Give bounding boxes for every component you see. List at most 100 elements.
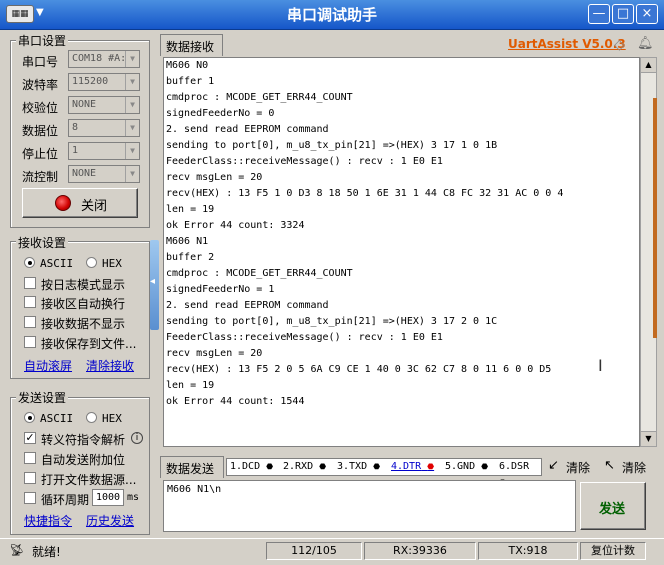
chevron-down-icon: ▼ bbox=[125, 143, 139, 159]
databits-label: 数据位 bbox=[22, 124, 59, 138]
tab-send[interactable]: 数据发送 bbox=[160, 456, 224, 478]
tx-count: TX:918 bbox=[478, 542, 578, 560]
baud-label: 波特率 bbox=[22, 78, 59, 92]
serial-settings-title: 串口设置 bbox=[16, 32, 69, 49]
chevron-down-icon: ▼ bbox=[125, 74, 139, 90]
auto-wrap-label: 接收区自动换行 bbox=[41, 297, 126, 311]
send-ascii-radio[interactable] bbox=[24, 412, 35, 423]
log-mode-checkbox[interactable] bbox=[24, 277, 36, 289]
recv-line: 2. send read EEPROM command bbox=[166, 124, 329, 135]
parity-select[interactable]: NONE ▼ bbox=[68, 96, 140, 114]
cycle-unit: ms bbox=[127, 492, 140, 503]
recv-scrollbar[interactable]: ▲ ▼ bbox=[640, 57, 657, 447]
status-bar: 📡︎ 就绪! 112/105 RX:39336 TX:918 复位计数 bbox=[0, 538, 664, 565]
recv-line: FeederClass::receiveMessage() : recv : 1… bbox=[166, 156, 443, 167]
auto-append-checkbox[interactable] bbox=[24, 452, 36, 464]
send-ascii-label: ASCII bbox=[40, 412, 74, 425]
panel-collapse-handle[interactable]: ◂ bbox=[150, 240, 159, 330]
send-settings-title: 发送设置 bbox=[16, 389, 69, 406]
port-select[interactable]: COM18 #A: ▼ bbox=[68, 50, 140, 68]
databits-select[interactable]: 8 ▼ bbox=[68, 119, 140, 137]
open-file-checkbox[interactable] bbox=[24, 472, 36, 484]
send-textarea[interactable]: M606 N1\n bbox=[163, 480, 576, 532]
flow-select[interactable]: NONE ▼ bbox=[68, 165, 140, 183]
no-display-checkbox[interactable] bbox=[24, 316, 36, 328]
recv-line: M606 N1 bbox=[166, 236, 209, 247]
recv-textarea[interactable]: M606 N0 buffer 1 cmdproc : MCODE_GET_ERR44… bbox=[163, 57, 640, 447]
close-port-button[interactable]: 关闭 bbox=[22, 188, 138, 218]
stopbits-label: 停止位 bbox=[22, 147, 59, 161]
minimize-button[interactable]: — bbox=[588, 4, 610, 24]
chevron-down-icon: ▼ bbox=[125, 120, 139, 136]
stopbits-select[interactable]: 1 ▼ bbox=[68, 142, 140, 160]
pin-status-bar: 1.DCD ⬣ 2.RXD ⬣ 3.TXD ⬣ 4.DTR ⬣ 5.GND ⬣ … bbox=[226, 458, 542, 487]
chevron-down-icon: ▼ bbox=[125, 97, 139, 113]
recv-settings-title: 接收设置 bbox=[16, 234, 69, 251]
bell-icon[interactable]: 🔔︎ bbox=[637, 36, 654, 51]
send-hex-radio[interactable] bbox=[86, 412, 97, 423]
reset-count-button[interactable]: 复位计数 bbox=[580, 542, 646, 560]
history-link[interactable]: 历史发送 bbox=[86, 512, 134, 529]
baud-select[interactable]: 115200 ▼ bbox=[68, 73, 140, 91]
scroll-up-icon[interactable]: ▲ bbox=[640, 57, 657, 73]
log-mode-label: 按日志模式显示 bbox=[41, 278, 126, 292]
recv-line: recv(HEX) : 13 F5 1 0 D3 8 18 50 1 6E 31… bbox=[166, 188, 564, 199]
cycle-checkbox[interactable] bbox=[24, 492, 36, 504]
recv-line: len = 19 bbox=[166, 380, 215, 391]
recv-line: sending to port[0], m_u8_tx_pin[21] =>(H… bbox=[166, 140, 498, 151]
clear-recv-link[interactable]: 清除接收 bbox=[86, 357, 134, 374]
stopbits-value: 1 bbox=[72, 145, 79, 156]
status-icon: 📡︎ bbox=[9, 543, 25, 557]
recv-line: FeederClass::receiveMessage() : recv : 1… bbox=[166, 332, 443, 343]
close-port-label: 关闭 bbox=[81, 199, 108, 214]
open-file-label: 打开文件数据源... bbox=[41, 473, 137, 487]
clear-down-arrow-icon[interactable]: ↙ bbox=[548, 458, 559, 473]
save-to-file-checkbox[interactable] bbox=[24, 336, 36, 348]
escape-parse-checkbox[interactable]: ✓ bbox=[24, 432, 36, 444]
clear-recv-button[interactable]: 清除 bbox=[566, 459, 590, 476]
save-to-file-label: 接收保存到文件... bbox=[41, 337, 137, 351]
auto-scroll-link[interactable]: 自动滚屏 bbox=[24, 357, 72, 374]
chevron-down-icon: ▼ bbox=[125, 51, 139, 67]
port-value: COM18 #A: bbox=[72, 53, 127, 64]
scroll-thumb[interactable] bbox=[653, 98, 657, 338]
tab-send-label: 数据发送 bbox=[166, 462, 215, 476]
cycle-label: 循环周期 bbox=[41, 493, 90, 507]
recv-hex-label: HEX bbox=[102, 257, 122, 270]
pin-txd: 3.TXD ⬣ bbox=[337, 461, 381, 472]
flow-label: 流控制 bbox=[22, 170, 59, 184]
recv-line: cmdproc : MCODE_GET_ERR44_COUNT bbox=[166, 92, 353, 103]
send-button[interactable]: 发送 bbox=[580, 482, 646, 530]
escape-parse-label: 转义符指令解析 bbox=[41, 433, 126, 447]
clear-send-button[interactable]: 清除 bbox=[622, 459, 646, 476]
baud-value: 115200 bbox=[72, 76, 109, 87]
recv-hex-radio[interactable] bbox=[86, 257, 97, 268]
close-window-button[interactable]: × bbox=[636, 4, 658, 24]
scroll-down-icon[interactable]: ▼ bbox=[640, 431, 657, 447]
text-cursor-icon: I bbox=[598, 356, 603, 375]
brand-link[interactable]: UartAssist V5.0.3 bbox=[508, 37, 626, 51]
status-text: 就绪! bbox=[32, 545, 61, 559]
parity-label: 校验位 bbox=[22, 101, 59, 115]
rx-count: RX:39336 bbox=[364, 542, 476, 560]
maximize-button[interactable]: □ bbox=[612, 4, 634, 24]
recv-line: ok Error 44 count: 3324 bbox=[166, 220, 305, 231]
recv-line: recv msgLen = 20 bbox=[166, 348, 263, 359]
auto-wrap-checkbox[interactable] bbox=[24, 296, 36, 308]
recv-line: M606 N0 bbox=[166, 60, 209, 71]
recv-ascii-radio[interactable] bbox=[24, 257, 35, 268]
recv-ascii-label: ASCII bbox=[40, 257, 74, 270]
cycle-input[interactable]: 1000 bbox=[92, 489, 124, 506]
clear-up-arrow-icon[interactable]: ↖ bbox=[604, 458, 615, 473]
auto-append-label: 自动发送附加位 bbox=[41, 453, 126, 467]
diamond-icon[interactable]: ◇ bbox=[614, 37, 625, 53]
info-icon[interactable]: i bbox=[131, 432, 143, 444]
port-label: 串口号 bbox=[22, 55, 59, 69]
pin-dtr[interactable]: 4.DTR ⬣ bbox=[391, 459, 434, 475]
tab-recv[interactable]: 数据接收 bbox=[160, 34, 223, 56]
pin-gnd: 5.GND ⬣ bbox=[445, 461, 489, 472]
send-hex-label: HEX bbox=[102, 412, 122, 425]
recv-line: signedFeederNo = 0 bbox=[166, 108, 275, 119]
window-title: 串口调试助手 bbox=[286, 6, 377, 24]
quick-cmd-link[interactable]: 快捷指令 bbox=[24, 512, 72, 529]
